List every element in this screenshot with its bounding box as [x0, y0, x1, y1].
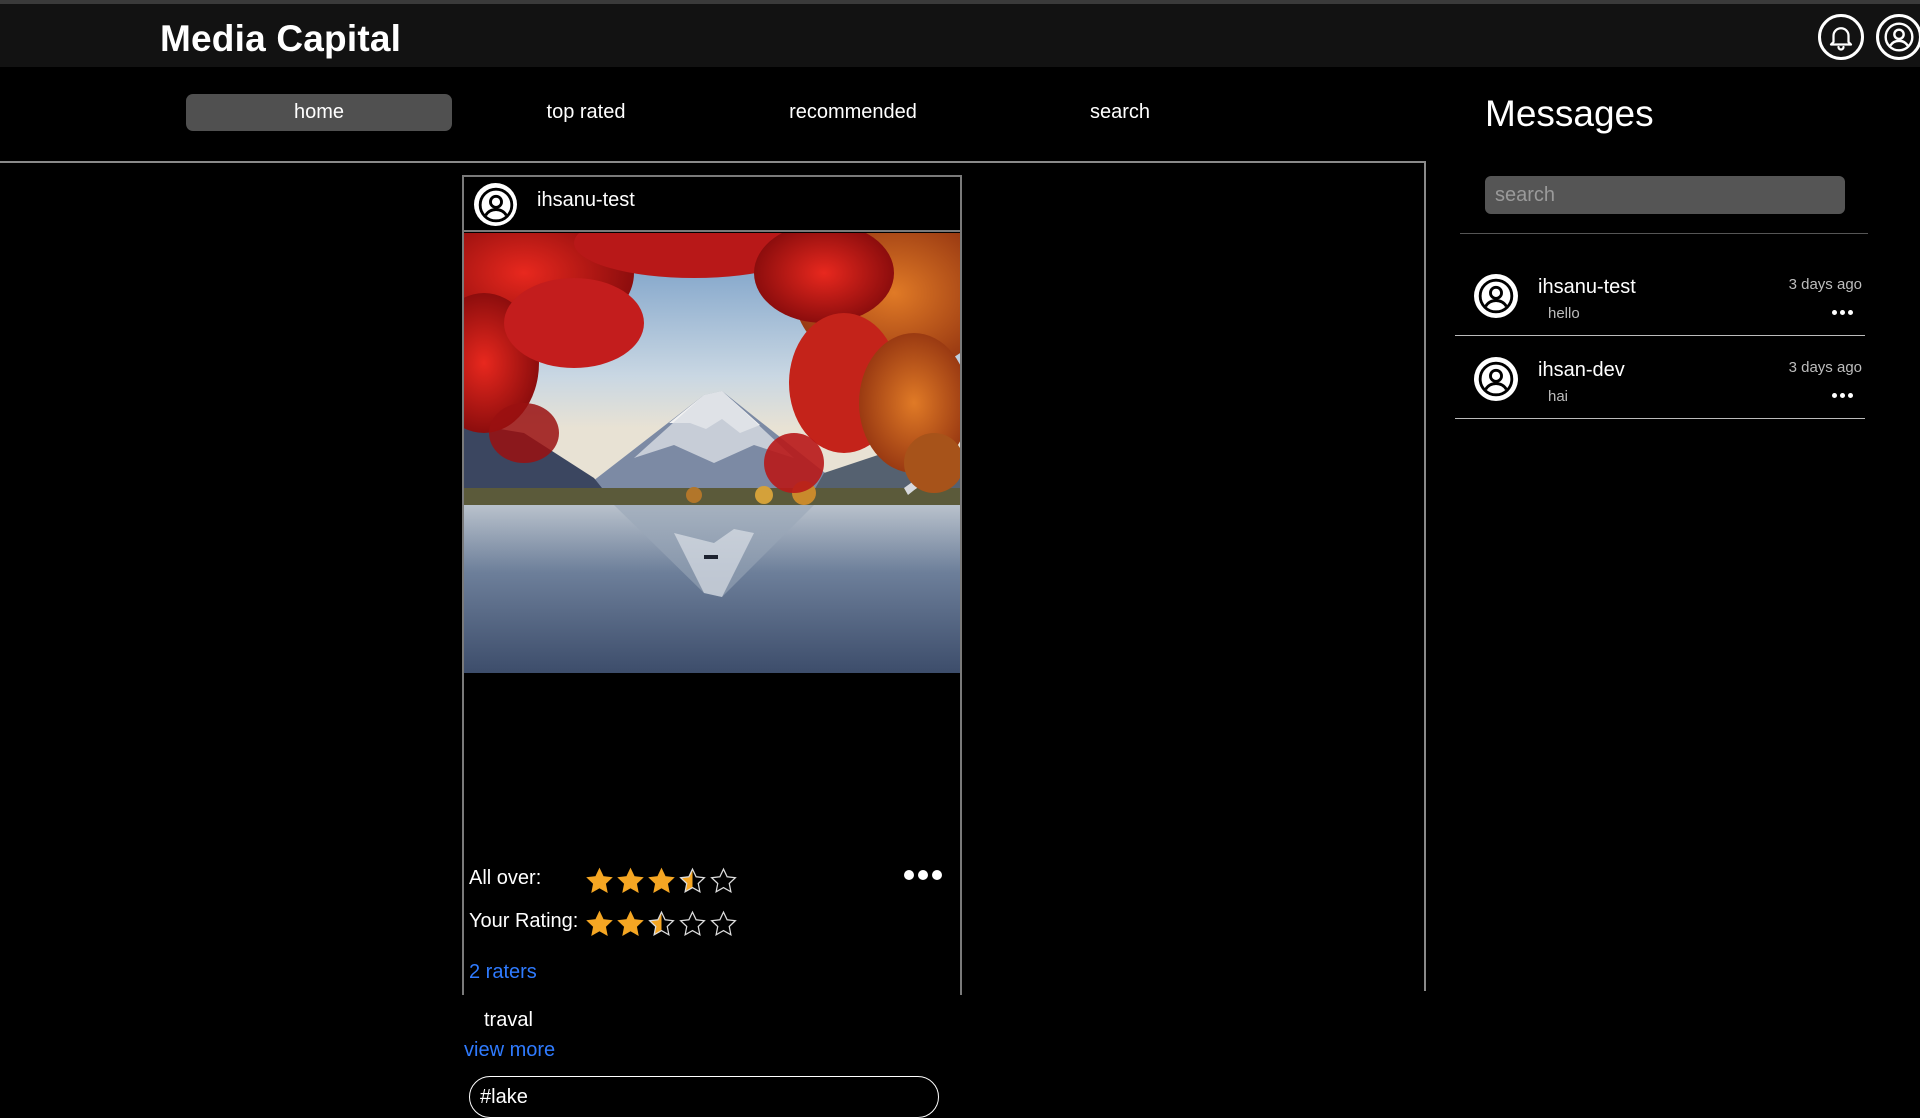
dot-icon	[1840, 310, 1845, 315]
dot-icon	[918, 870, 928, 880]
bell-icon[interactable]	[1818, 14, 1864, 60]
post-username[interactable]: ihsanu-test	[537, 189, 635, 212]
dot-icon	[1832, 393, 1837, 398]
avatar-icon	[1474, 274, 1518, 318]
star-icon	[586, 867, 613, 893]
messages-search-input[interactable]	[1485, 176, 1845, 214]
divider	[1460, 233, 1868, 234]
dot-icon	[932, 870, 942, 880]
conversation-item[interactable]: ihsanu-test hello 3 days ago	[1455, 254, 1865, 336]
star-icon	[679, 867, 706, 893]
conversation-time: 3 days ago	[1788, 359, 1862, 376]
conversation-options-button[interactable]	[1832, 393, 1853, 398]
dot-icon	[1848, 393, 1853, 398]
overall-rating-row: All over:	[469, 867, 586, 890]
conversation-item[interactable]: ihsan-dev hai 3 days ago	[1455, 337, 1865, 419]
dot-icon	[1840, 393, 1845, 398]
post-caption: traval	[484, 1009, 533, 1031]
your-rating-label: Your Rating:	[469, 910, 579, 932]
conversation-options-button[interactable]	[1832, 310, 1853, 315]
conversation-time: 3 days ago	[1788, 276, 1862, 293]
avatar-icon	[1474, 357, 1518, 401]
post-header: ihsanu-test	[464, 177, 960, 232]
your-rating-stars[interactable]	[584, 909, 739, 939]
star-icon	[710, 910, 737, 936]
star-icon	[617, 910, 644, 936]
star-icon	[710, 867, 737, 893]
conversation-name: ihsanu-test	[1538, 276, 1636, 298]
tab-home[interactable]: home	[186, 94, 452, 131]
star-icon	[648, 910, 675, 936]
view-more-link[interactable]: view more	[464, 1039, 555, 1062]
top-bar: Media Capital	[0, 0, 1920, 67]
star-icon	[648, 867, 675, 893]
post-photo[interactable]	[464, 233, 960, 673]
conversation-name: ihsan-dev	[1538, 359, 1625, 381]
dot-icon	[1832, 310, 1837, 315]
star-icon	[586, 910, 613, 936]
raters-link[interactable]: 2 raters	[469, 961, 537, 984]
avatar-icon[interactable]	[474, 183, 517, 226]
overall-stars	[584, 866, 739, 896]
post-card: ihsanu-test All over: Your Rating: 2 rat…	[462, 175, 962, 1118]
star-icon	[617, 867, 644, 893]
tab-search[interactable]: search	[987, 94, 1253, 131]
dot-icon	[1848, 310, 1853, 315]
hashtag-pill[interactable]: #lake	[469, 1076, 939, 1118]
your-rating-row: Your Rating:	[469, 910, 586, 933]
conversation-preview: hello	[1548, 305, 1580, 322]
overall-rating-label: All over:	[469, 867, 542, 889]
account-icon[interactable]	[1876, 14, 1920, 60]
dot-icon	[904, 870, 914, 880]
brand-title[interactable]: Media Capital	[160, 18, 401, 60]
conversation-preview: hai	[1548, 388, 1569, 405]
post-options-button[interactable]	[904, 870, 942, 880]
star-icon	[679, 910, 706, 936]
tab-top-rated[interactable]: top rated	[453, 94, 719, 131]
tab-recommended[interactable]: recommended	[720, 94, 986, 131]
messages-title: Messages	[1485, 93, 1654, 134]
